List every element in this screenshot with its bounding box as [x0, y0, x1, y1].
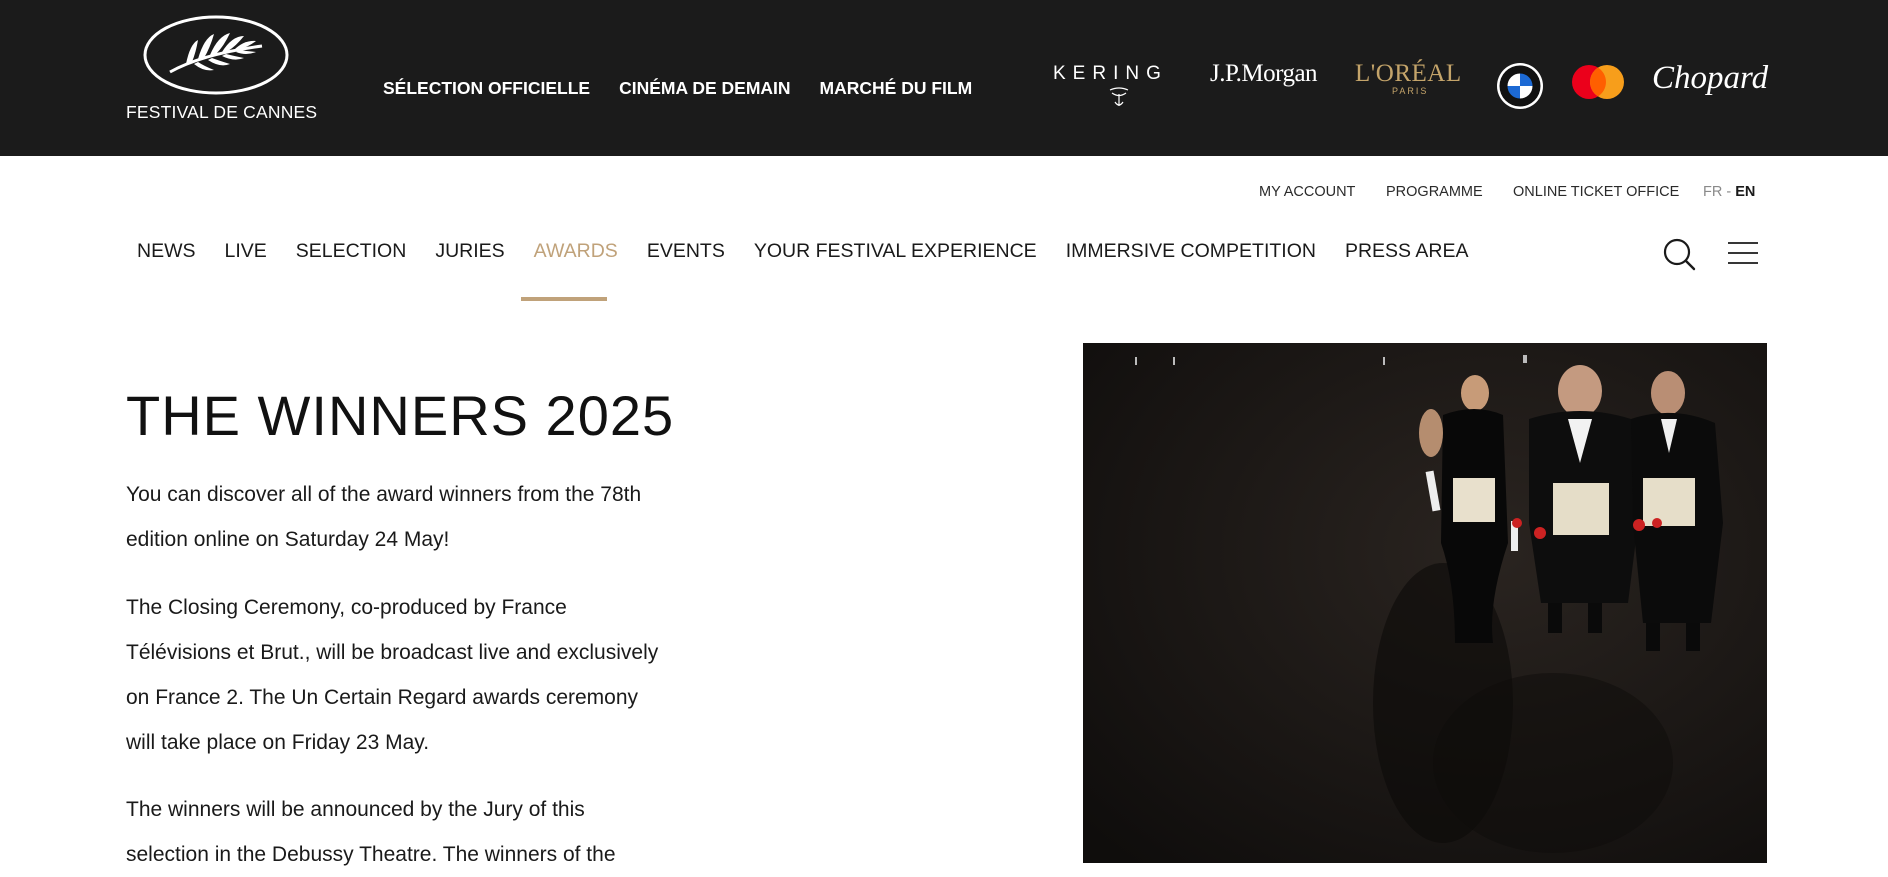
programme-link[interactable]: PROGRAMME [1386, 184, 1483, 200]
sponsor-kering[interactable]: KERING [1053, 63, 1168, 85]
top-bar: FESTIVAL DE CANNES SÉLECTION OFFICIELLE … [0, 0, 1888, 156]
sponsor-loreal-paris: PARIS [1392, 86, 1429, 96]
nav-juries[interactable]: JURIES [435, 240, 504, 263]
nav-your-festival-experience[interactable]: YOUR FESTIVAL EXPERIENCE [754, 240, 1037, 263]
top-nav-selection-officielle[interactable]: SÉLECTION OFFICIELLE [383, 78, 590, 99]
nav-awards[interactable]: AWARDS [534, 240, 618, 263]
hamburger-menu-icon[interactable] [1727, 241, 1759, 265]
ceremony-paragraph: The Closing Ceremony, co-produced by Fra… [126, 596, 659, 754]
palm-leaf-icon [143, 15, 289, 95]
lang-fr-link[interactable]: FR [1703, 184, 1722, 200]
nav-immersive-competition[interactable]: IMMERSIVE COMPETITION [1066, 240, 1316, 263]
kering-owl-icon [1109, 87, 1129, 106]
nav-press-area[interactable]: PRESS AREA [1345, 240, 1469, 263]
mastercard-logo-icon[interactable] [1570, 64, 1626, 100]
sponsor-jpmorgan[interactable]: J.P.Morgan [1210, 60, 1318, 88]
nav-news[interactable]: NEWS [137, 240, 196, 263]
sponsor-loreal[interactable]: L'ORÉAL [1355, 60, 1462, 88]
nav-events[interactable]: EVENTS [647, 240, 725, 263]
nav-live[interactable]: LIVE [225, 240, 267, 263]
festival-logo[interactable]: FESTIVAL DE CANNES [126, 14, 318, 123]
language-switcher: FR - EN [1703, 184, 1755, 200]
winners-paragraph: The winners will be announced by the Jur… [126, 798, 616, 866]
hero-photo-award-winners [1083, 343, 1767, 863]
lang-en-link[interactable]: EN [1735, 184, 1755, 200]
logo-text: FESTIVAL DE CANNES [126, 102, 318, 122]
bmw-logo-icon[interactable] [1496, 62, 1544, 110]
intro-paragraph: You can discover all of the award winner… [126, 483, 642, 551]
search-icon[interactable] [1662, 237, 1696, 271]
award-winners-photo [1083, 343, 1767, 863]
online-ticket-office-link[interactable]: ONLINE TICKET OFFICE [1513, 184, 1679, 200]
main-nav: NEWS LIVE SELECTION JURIES AWARDS EVENTS… [137, 240, 1469, 263]
top-nav-marche-du-film[interactable]: MARCHÉ DU FILM [820, 78, 973, 99]
top-nav: SÉLECTION OFFICIELLE CINÉMA DE DEMAIN MA… [383, 78, 972, 99]
active-tab-underline [521, 297, 607, 301]
sponsor-chopard[interactable]: Chopard [1652, 60, 1768, 97]
my-account-link[interactable]: MY ACCOUNT [1259, 184, 1355, 200]
lang-separator: - [1726, 184, 1732, 200]
top-nav-cinema-de-demain[interactable]: CINÉMA DE DEMAIN [619, 78, 790, 99]
page-title: THE WINNERS 2025 [126, 384, 675, 447]
nav-selection[interactable]: SELECTION [296, 240, 407, 263]
